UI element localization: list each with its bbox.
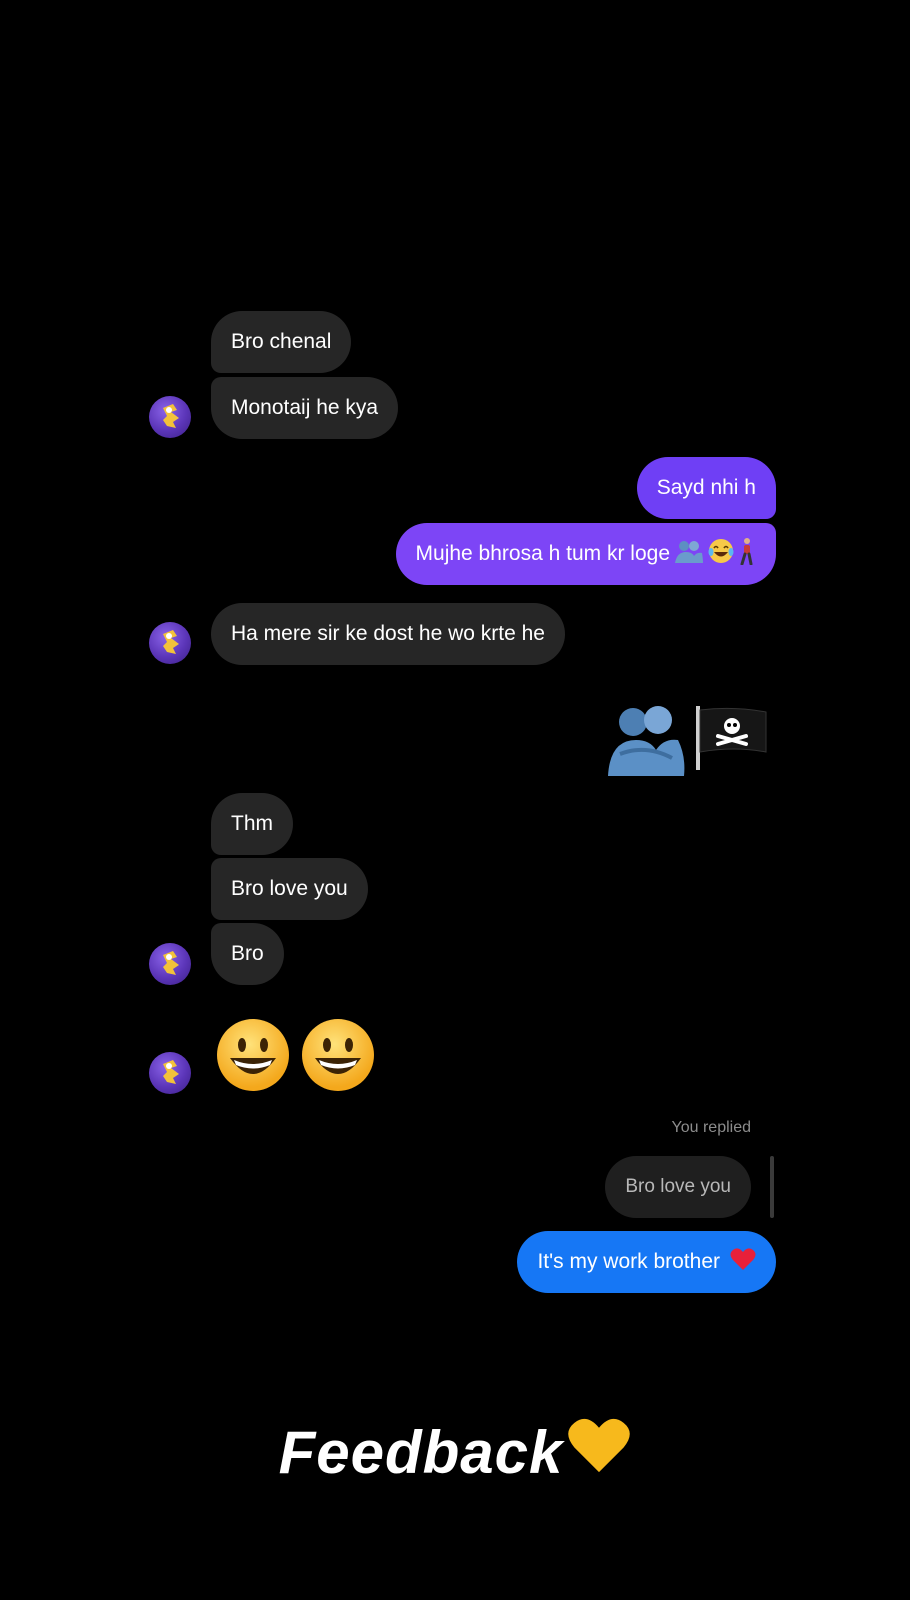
- message-text: Ha mere sir ke dost he wo krte he: [231, 622, 545, 646]
- quoted-text: Bro love you: [625, 1175, 731, 1197]
- caption-text: Feedback: [278, 1418, 564, 1486]
- grinning-face-icon[interactable]: [216, 1018, 290, 1097]
- people-hugging-icon: [674, 539, 704, 569]
- person-walking-icon: [738, 537, 756, 571]
- pirate-flag-icon[interactable]: [694, 706, 768, 775]
- message-bubble-sent[interactable]: Mujhe bhrosa h tum kr loge: [395, 523, 776, 585]
- message-bubble-received[interactable]: Bro: [211, 923, 284, 985]
- message-bubble-received[interactable]: Bro love you: [211, 858, 368, 920]
- message-text: Bro love you: [231, 877, 348, 901]
- face-with-tears-of-joy-icon: [708, 538, 734, 570]
- message-text: Monotaij he kya: [231, 396, 379, 420]
- quoted-message[interactable]: Bro love you: [605, 1156, 751, 1218]
- people-hugging-icon[interactable]: [606, 704, 686, 781]
- yellow-heart-icon: [567, 1415, 631, 1489]
- avatar[interactable]: [149, 1052, 191, 1094]
- avatar[interactable]: [149, 943, 191, 985]
- message-bubble-received[interactable]: Ha mere sir ke dost he wo krte he: [211, 603, 565, 665]
- reply-bar: [770, 1156, 774, 1218]
- reply-indicator: You replied: [671, 1119, 751, 1136]
- avatar[interactable]: [149, 396, 191, 438]
- avatar[interactable]: [149, 622, 191, 664]
- message-bubble-sent[interactable]: It's my work brother: [517, 1231, 776, 1293]
- message-text: Thm: [231, 812, 273, 836]
- message-text: Mujhe bhrosa h tum kr loge: [415, 542, 670, 566]
- message-bubble-received[interactable]: Thm: [211, 793, 293, 855]
- message-bubble-received[interactable]: Bro chenal: [211, 311, 352, 373]
- grinning-face-icon[interactable]: [301, 1018, 375, 1097]
- message-bubble-received[interactable]: Monotaij he kya: [211, 377, 399, 439]
- message-text: It's my work brother: [537, 1250, 720, 1274]
- message-bubble-sent[interactable]: Sayd nhi h: [636, 457, 776, 519]
- message-text: Bro chenal: [231, 330, 332, 354]
- message-text: Bro: [231, 942, 264, 966]
- caption: Feedback: [0, 1415, 910, 1489]
- red-heart-icon: [730, 1247, 756, 1277]
- message-text: Sayd nhi h: [656, 476, 756, 500]
